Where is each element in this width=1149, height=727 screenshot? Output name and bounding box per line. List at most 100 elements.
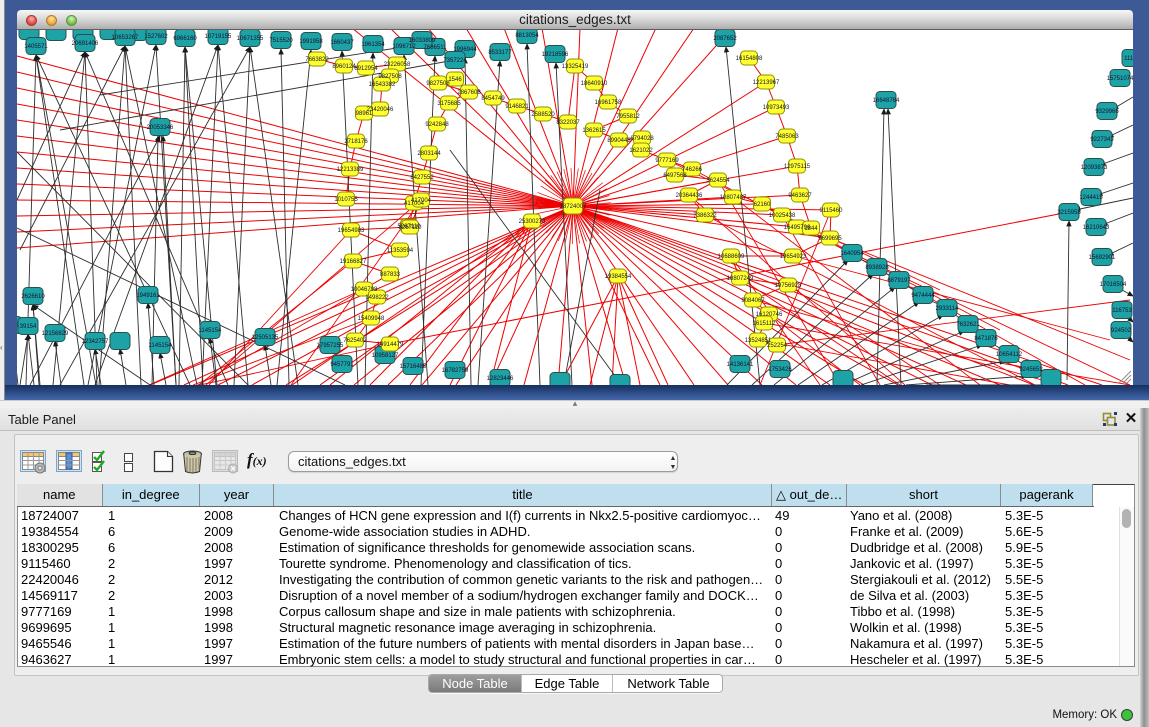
svg-text:1640954: 1640954 xyxy=(840,251,864,257)
svg-text:1991958: 1991958 xyxy=(299,39,323,45)
svg-text:8267110: 8267110 xyxy=(399,225,423,231)
svg-text:7485063: 7485063 xyxy=(775,134,799,140)
svg-text:98961: 98961 xyxy=(356,111,373,117)
svg-text:8533177: 8533177 xyxy=(488,50,512,56)
svg-text:9242848: 9242848 xyxy=(425,122,449,128)
svg-text:8454749: 8454749 xyxy=(481,96,505,102)
svg-text:17957255: 17957255 xyxy=(317,343,344,349)
svg-text:7357224: 7357224 xyxy=(443,58,467,64)
svg-text:1844: 1844 xyxy=(804,226,818,232)
svg-text:62160: 62160 xyxy=(754,202,771,208)
svg-text:10654112: 10654112 xyxy=(996,352,1023,358)
svg-text:10046798: 10046798 xyxy=(351,287,378,293)
svg-text:7515520: 7515520 xyxy=(269,38,293,44)
svg-text:924502: 924502 xyxy=(1111,328,1132,334)
svg-text:10958127: 10958127 xyxy=(372,353,399,359)
svg-text:1621022: 1621022 xyxy=(629,148,653,154)
svg-text:20364436: 20364436 xyxy=(676,193,703,199)
svg-text:2588520: 2588520 xyxy=(531,112,555,118)
svg-text:20053346: 20053346 xyxy=(147,125,174,131)
svg-text:9777169: 9777169 xyxy=(655,158,679,164)
svg-text:9699695: 9699695 xyxy=(818,236,842,242)
svg-text:8471876: 8471876 xyxy=(974,336,998,342)
svg-text:3175685: 3175685 xyxy=(437,101,461,107)
svg-text:13325419: 13325419 xyxy=(562,64,589,70)
svg-text:3215958: 3215958 xyxy=(1057,210,1081,216)
svg-text:16648784: 16648784 xyxy=(873,98,900,104)
svg-text:8813054: 8813054 xyxy=(515,33,539,39)
svg-text:15409948: 15409948 xyxy=(358,316,385,322)
svg-text:16154808: 16154808 xyxy=(736,56,763,62)
svg-text:15751074: 15751074 xyxy=(1107,76,1133,82)
svg-text:6966160: 6966160 xyxy=(173,36,197,42)
svg-text:8990448: 8990448 xyxy=(607,138,631,144)
svg-text:1527602: 1527602 xyxy=(144,34,168,40)
svg-text:14136141: 14136141 xyxy=(727,362,754,368)
svg-text:16543382: 16543382 xyxy=(369,82,396,88)
svg-text:16120746: 16120746 xyxy=(756,312,783,318)
svg-text:17016504: 17016504 xyxy=(1100,282,1127,288)
svg-text:12213389: 12213389 xyxy=(337,167,364,173)
svg-text:7386322: 7386322 xyxy=(693,213,717,219)
svg-text:2867608: 2867608 xyxy=(457,90,481,96)
svg-text:19756928: 19756928 xyxy=(775,283,802,289)
svg-text:10653267: 10653267 xyxy=(112,35,139,41)
svg-text:2933114: 2933114 xyxy=(936,306,960,312)
svg-text:1096712: 1096712 xyxy=(392,44,416,50)
svg-text:25300273: 25300273 xyxy=(519,219,546,225)
svg-text:19384554: 19384554 xyxy=(605,274,632,280)
svg-text:7686511: 7686511 xyxy=(424,45,448,51)
svg-text:9084067: 9084067 xyxy=(741,298,765,304)
svg-text:20691406: 20691406 xyxy=(72,41,99,47)
svg-text:6497568: 6497568 xyxy=(663,173,687,179)
svg-text:10688609: 10688609 xyxy=(718,254,745,260)
svg-text:9827508: 9827508 xyxy=(378,74,402,80)
svg-text:8427552: 8427552 xyxy=(410,175,434,181)
svg-text:6794028: 6794028 xyxy=(630,136,654,142)
svg-text:2626610: 2626610 xyxy=(21,294,45,300)
svg-text:1145154: 1145154 xyxy=(149,343,173,349)
svg-text:9329966: 9329966 xyxy=(1095,109,1119,115)
svg-text:9115460: 9115460 xyxy=(820,208,844,214)
svg-text:9146821: 9146821 xyxy=(505,104,529,110)
svg-text:10719155: 10719155 xyxy=(205,34,232,40)
svg-text:10807487: 10807487 xyxy=(720,195,747,201)
svg-text:1362615: 1362615 xyxy=(582,128,606,134)
svg-text:16033809: 16033809 xyxy=(409,38,436,44)
svg-text:12823446: 12823446 xyxy=(487,376,514,382)
svg-text:16210643: 16210643 xyxy=(1083,225,1110,231)
svg-text:1615112: 1615112 xyxy=(753,321,777,327)
svg-text:8322037: 8322037 xyxy=(556,120,580,126)
svg-text:18807249: 18807249 xyxy=(727,276,754,282)
svg-text:1660437: 1660437 xyxy=(330,40,354,46)
svg-text:2718176: 2718176 xyxy=(344,139,368,145)
svg-text:12342757: 12342757 xyxy=(82,339,109,345)
svg-text:8912954: 8912954 xyxy=(354,66,378,72)
svg-text:23226058: 23226058 xyxy=(384,62,411,68)
svg-text:18724007: 18724007 xyxy=(560,204,587,210)
svg-text:11353594: 11353594 xyxy=(387,248,414,254)
svg-text:1961354: 1961354 xyxy=(361,42,385,48)
svg-text:9457791: 9457791 xyxy=(330,362,354,368)
svg-text:12213967: 12213967 xyxy=(753,80,780,86)
svg-text:15716485: 15716485 xyxy=(400,364,427,370)
svg-text:12505135: 12505135 xyxy=(252,335,279,341)
svg-text:15692901: 15692901 xyxy=(1089,255,1116,261)
svg-text:10671355: 10671355 xyxy=(237,36,264,42)
svg-text:9227343: 9227343 xyxy=(1090,137,1114,143)
svg-text:9463627: 9463627 xyxy=(788,193,812,199)
svg-text:16782759: 16782759 xyxy=(442,368,469,374)
svg-text:18640910: 18640910 xyxy=(581,81,608,87)
svg-text:2087652: 2087652 xyxy=(713,36,737,42)
svg-text:9827508: 9827508 xyxy=(426,81,450,87)
svg-text:116753: 116753 xyxy=(1112,308,1132,314)
svg-text:19218596: 19218596 xyxy=(542,52,569,58)
svg-text:7663822: 7663822 xyxy=(305,57,329,63)
svg-text:11174: 11174 xyxy=(1124,56,1133,62)
svg-text:3624554: 3624554 xyxy=(706,178,730,184)
svg-text:7625402: 7625402 xyxy=(343,338,367,344)
svg-text:19166827: 19166827 xyxy=(340,259,367,265)
svg-text:8938928: 8938928 xyxy=(865,265,889,271)
svg-text:10973493: 10973493 xyxy=(763,105,790,111)
svg-text:9245652: 9245652 xyxy=(1019,367,1043,373)
